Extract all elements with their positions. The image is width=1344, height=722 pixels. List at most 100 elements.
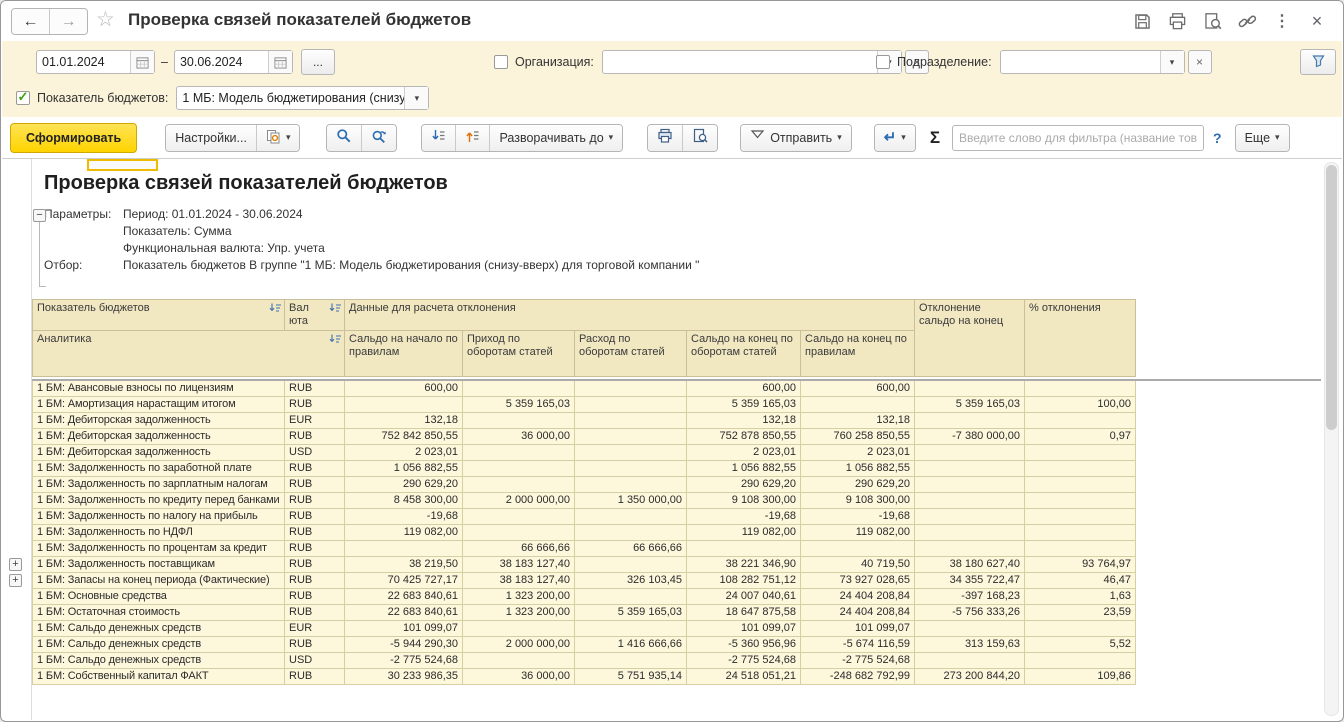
help-icon[interactable]: ? — [1213, 130, 1222, 146]
column-header-group[interactable]: Данные для расчета отклонения — [345, 300, 915, 331]
row-value-cell[interactable]: 5 359 165,03 — [463, 397, 575, 413]
row-value-cell[interactable]: 108 282 751,12 — [687, 573, 801, 589]
column-header-currency[interactable]: Валюта — [285, 300, 345, 331]
department-value[interactable] — [1001, 51, 1160, 73]
row-value-cell[interactable]: 5 359 165,03 — [915, 397, 1025, 413]
send-button[interactable]: Отправить▾ — [741, 125, 851, 151]
row-value-cell[interactable]: -5 944 290,30 — [345, 637, 463, 653]
chevron-down-icon[interactable]: ▾ — [404, 87, 428, 109]
row-currency[interactable]: RUB — [285, 573, 345, 589]
row-value-cell[interactable] — [463, 509, 575, 525]
department-checkbox[interactable] — [876, 55, 890, 69]
row-indicator-name[interactable]: 1 БМ: Задолженность поставщикам — [33, 557, 285, 573]
row-value-cell[interactable]: 313 159,63 — [915, 637, 1025, 653]
row-currency[interactable]: RUB — [285, 461, 345, 477]
close-icon[interactable]: × — [1307, 11, 1327, 31]
row-value-cell[interactable]: 9 108 300,00 — [687, 493, 801, 509]
row-value-cell[interactable] — [463, 381, 575, 397]
row-value-cell[interactable] — [915, 493, 1025, 509]
more-button[interactable]: Еще▾ — [1236, 125, 1289, 151]
row-value-cell[interactable]: 132,18 — [687, 413, 801, 429]
row-value-cell[interactable]: 0,97 — [1025, 429, 1136, 445]
row-value-cell[interactable]: 24 404 208,84 — [801, 605, 915, 621]
row-value-cell[interactable]: 2 023,01 — [801, 445, 915, 461]
sort-icon[interactable] — [329, 334, 342, 348]
row-value-cell[interactable]: -19,68 — [801, 509, 915, 525]
row-value-cell[interactable] — [1025, 541, 1136, 557]
row-value-cell[interactable] — [575, 477, 687, 493]
chevron-down-icon[interactable]: ▾ — [1160, 51, 1184, 73]
row-currency[interactable]: RUB — [285, 557, 345, 573]
print-preview-button[interactable] — [682, 125, 717, 151]
row-indicator-name[interactable]: 1 БМ: Задолженность по зарплатным налога… — [33, 477, 285, 493]
date-to-field[interactable]: 30.06.2024 — [174, 50, 293, 74]
link-icon[interactable] — [1237, 11, 1257, 31]
settings-button[interactable]: Настройки... — [166, 125, 256, 151]
forward-button[interactable]: → — [49, 9, 87, 34]
row-value-cell[interactable] — [463, 525, 575, 541]
row-value-cell[interactable] — [575, 557, 687, 573]
row-currency[interactable]: RUB — [285, 605, 345, 621]
row-value-cell[interactable]: -19,68 — [687, 509, 801, 525]
row-value-cell[interactable] — [575, 621, 687, 637]
row-value-cell[interactable] — [345, 397, 463, 413]
row-value-cell[interactable]: 24 007 040,61 — [687, 589, 801, 605]
row-value-cell[interactable]: -2 775 524,68 — [345, 653, 463, 669]
row-value-cell[interactable]: 66 666,66 — [575, 541, 687, 557]
row-value-cell[interactable]: 100,00 — [1025, 397, 1136, 413]
indicator-checkbox[interactable]: ✓ — [16, 91, 30, 105]
row-value-cell[interactable] — [463, 461, 575, 477]
row-value-cell[interactable]: 2 023,01 — [345, 445, 463, 461]
row-currency[interactable]: RUB — [285, 637, 345, 653]
row-value-cell[interactable]: -19,68 — [345, 509, 463, 525]
row-value-cell[interactable] — [1025, 509, 1136, 525]
row-value-cell[interactable]: 22 683 840,61 — [345, 589, 463, 605]
row-value-cell[interactable]: 1 056 882,55 — [345, 461, 463, 477]
save-icon[interactable] — [1132, 11, 1152, 31]
row-value-cell[interactable]: 5 359 165,03 — [687, 397, 801, 413]
row-value-cell[interactable]: 101 099,07 — [801, 621, 915, 637]
row-currency[interactable]: RUB — [285, 477, 345, 493]
row-value-cell[interactable]: -248 682 792,99 — [801, 669, 915, 685]
print-preview-icon[interactable] — [1202, 11, 1222, 31]
row-value-cell[interactable] — [915, 541, 1025, 557]
row-value-cell[interactable]: 760 258 850,55 — [801, 429, 915, 445]
row-indicator-name[interactable]: 1 БМ: Дебиторская задолженность — [33, 413, 285, 429]
row-currency[interactable]: RUB — [285, 541, 345, 557]
row-value-cell[interactable]: 290 629,20 — [345, 477, 463, 493]
row-value-cell[interactable] — [1025, 445, 1136, 461]
row-value-cell[interactable] — [687, 541, 801, 557]
row-indicator-name[interactable]: 1 БМ: Дебиторская задолженность — [33, 429, 285, 445]
row-value-cell[interactable]: 66 666,66 — [463, 541, 575, 557]
row-value-cell[interactable]: -5 360 956,96 — [687, 637, 801, 653]
row-value-cell[interactable]: 73 927 028,65 — [801, 573, 915, 589]
expand-to-button[interactable]: Разворачивать до▾ — [489, 125, 622, 151]
row-indicator-name[interactable]: 1 БМ: Задолженность по НДФЛ — [33, 525, 285, 541]
row-currency[interactable]: RUB — [285, 397, 345, 413]
column-header-expense[interactable]: Расход по оборотам статей — [575, 331, 687, 377]
row-value-cell[interactable]: 119 082,00 — [687, 525, 801, 541]
row-value-cell[interactable]: 5,52 — [1025, 637, 1136, 653]
row-value-cell[interactable] — [915, 525, 1025, 541]
row-value-cell[interactable] — [575, 381, 687, 397]
row-value-cell[interactable] — [575, 461, 687, 477]
date-from-field[interactable]: 01.01.2024 — [36, 50, 155, 74]
quick-filter-input[interactable] — [952, 125, 1204, 151]
row-value-cell[interactable]: 38 183 127,40 — [463, 557, 575, 573]
sum-button[interactable]: Σ — [930, 128, 940, 148]
row-value-cell[interactable] — [575, 445, 687, 461]
favorite-star-icon[interactable]: ☆ — [96, 7, 115, 32]
row-indicator-name[interactable]: 1 БМ: Задолженность по налогу на прибыль — [33, 509, 285, 525]
row-value-cell[interactable]: 24 518 051,21 — [687, 669, 801, 685]
date-period-button[interactable]: ... — [301, 49, 335, 75]
row-indicator-name[interactable]: 1 БМ: Запасы на конец периода (Фактическ… — [33, 573, 285, 589]
row-value-cell[interactable]: 600,00 — [687, 381, 801, 397]
sort-icon[interactable] — [269, 303, 282, 317]
row-currency[interactable]: RUB — [285, 669, 345, 685]
row-value-cell[interactable] — [915, 653, 1025, 669]
row-value-cell[interactable] — [1025, 413, 1136, 429]
row-indicator-name[interactable]: 1 БМ: Сальдо денежных средств — [33, 653, 285, 669]
date-to-value[interactable]: 30.06.2024 — [175, 51, 268, 73]
column-header-deviation[interactable]: Отклонение сальдо на конец — [915, 300, 1025, 377]
row-currency[interactable]: RUB — [285, 429, 345, 445]
